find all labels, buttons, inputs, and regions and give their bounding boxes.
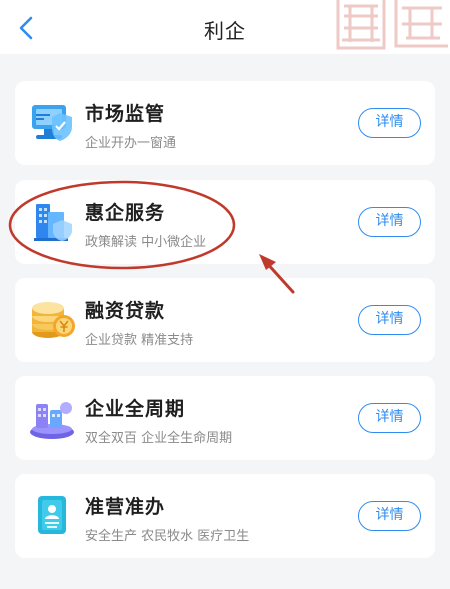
service-card-financing-loan[interactable]: 融资贷款 企业贷款 精准支持 详情 xyxy=(15,278,435,362)
card-title: 企业全周期 xyxy=(85,398,186,420)
service-card-enterprise-lifecycle[interactable]: 企业全周期 双全双百 企业全生命周期 详情 xyxy=(15,376,435,460)
card-subtitle: 政策解读 中小微企业 xyxy=(85,235,207,250)
detail-button[interactable]: 详情 xyxy=(358,108,421,138)
monitor-shield-icon xyxy=(32,105,72,141)
card-title: 市场监管 xyxy=(85,103,166,125)
card-subtitle: 双全双百 企业全生命周期 xyxy=(85,431,233,446)
card-subtitle: 企业开办一窗通 xyxy=(85,136,177,151)
detail-button[interactable]: 详情 xyxy=(358,207,421,237)
seal-watermark-icon xyxy=(336,0,448,50)
top-bar: 利企 xyxy=(0,0,450,54)
detail-button[interactable]: 详情 xyxy=(358,501,421,531)
factory-cycle-icon xyxy=(30,402,74,439)
service-card-business-license[interactable]: 准营准办 安全生产 农民牧水 医疗卫生 详情 xyxy=(15,474,435,558)
card-subtitle: 企业贷款 精准支持 xyxy=(85,333,194,348)
card-title: 准营准办 xyxy=(85,496,166,518)
coins-icon xyxy=(32,302,75,338)
card-title: 融资贷款 xyxy=(85,300,166,322)
building-shield-icon xyxy=(34,204,72,241)
card-title: 惠企服务 xyxy=(85,202,166,224)
card-subtitle: 安全生产 农民牧水 医疗卫生 xyxy=(85,529,250,544)
service-card-market-supervision[interactable]: 市场监管 企业开办一窗通 详情 xyxy=(15,81,435,165)
license-id-icon xyxy=(38,496,66,534)
service-card-enterprise-benefit[interactable]: 惠企服务 政策解读 中小微企业 详情 xyxy=(15,180,435,264)
detail-button[interactable]: 详情 xyxy=(358,403,421,433)
detail-button[interactable]: 详情 xyxy=(358,305,421,335)
